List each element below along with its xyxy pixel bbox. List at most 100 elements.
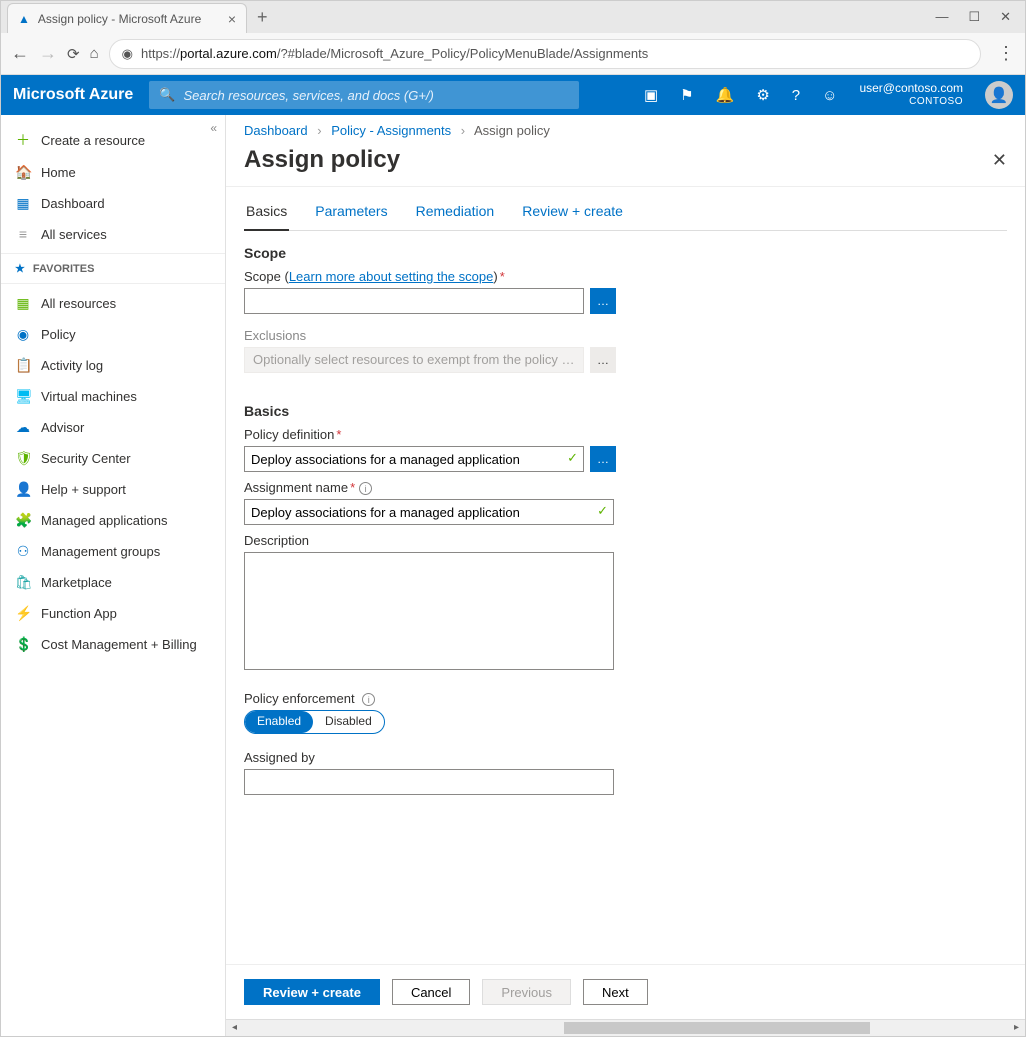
notifications-icon[interactable]: 🔔 [716,86,735,104]
scope-label: Scope (Learn more about setting the scop… [244,269,1007,284]
nav-back-icon[interactable]: ← [11,43,29,64]
policy-definition-label: Policy definition* [244,427,1007,442]
toggle-disabled[interactable]: Disabled [313,711,384,733]
sidebar-home[interactable]: 🏠Home [1,157,225,188]
next-button[interactable]: Next [583,979,648,1005]
reload-icon[interactable]: ⟳ [67,45,80,63]
scope-section-title: Scope [244,245,1007,261]
search-icon: 🔍 [159,87,175,103]
minimize-icon[interactable]: ― [935,9,948,25]
sidebar-security-center[interactable]: 🛡Security Center [1,443,225,474]
policy-definition-picker-button[interactable]: … [590,446,616,472]
scroll-track[interactable] [243,1020,1008,1036]
review-create-button[interactable]: Review + create [244,979,380,1005]
description-label: Description [244,533,1007,548]
close-window-icon[interactable]: ✕ [1000,9,1011,25]
favorites-header: ★FAVORITES [1,253,225,284]
close-blade-icon[interactable]: ✕ [992,150,1007,171]
sidebar-item-label: Policy [41,327,76,342]
browser-home-icon[interactable]: ⌂ [90,45,99,62]
sidebar-item-label: Activity log [41,358,103,373]
sidebar-virtual-machines[interactable]: 🖥Virtual machines [1,381,225,412]
scroll-left-icon[interactable]: ◂ [226,1020,243,1036]
feedback-icon[interactable]: ☺ [822,87,837,104]
browser-tab[interactable]: ▲ Assign policy - Microsoft Azure × [7,3,247,33]
sidebar-dashboard[interactable]: ▦Dashboard [1,188,225,219]
horizontal-scrollbar[interactable]: ◂ ▸ [226,1019,1025,1036]
sidebar-item-label: All services [41,227,107,242]
toggle-enabled[interactable]: Enabled [245,711,313,733]
exclusions-picker-button[interactable]: … [590,347,616,373]
browser-chrome: ▲ Assign policy - Microsoft Azure × + ― … [1,1,1025,75]
user-email: user@contoso.com [859,82,963,95]
form-tabs: Basics Parameters Remediation Review + c… [244,193,1007,231]
sidebar-create-resource[interactable]: ＋Create a resource [1,123,225,157]
main-blade: Dashboard › Policy - Assignments › Assig… [226,115,1025,1036]
sidebar-item-label: All resources [41,296,116,311]
collapse-sidebar-icon[interactable]: « [210,121,217,135]
browser-menu-icon[interactable]: ⋮ [997,43,1015,64]
window-controls: ― ☐ ✕ [935,9,1025,25]
sidebar-advisor[interactable]: ☁Advisor [1,412,225,443]
breadcrumb-policy[interactable]: Policy - Assignments [331,123,451,138]
sidebar-policy[interactable]: ◉ Policy [1,319,225,350]
site-info-icon[interactable]: ◉ [122,46,133,62]
maximize-icon[interactable]: ☐ [968,9,980,25]
global-search[interactable]: 🔍 Search resources, services, and docs (… [149,81,579,109]
sidebar-mgmt-groups[interactable]: ⚇Management groups [1,536,225,567]
sidebar-activity-log[interactable]: 📋Activity log [1,350,225,381]
sidebar-function-app[interactable]: ⚡Function App [1,598,225,629]
sidebar-managed-apps[interactable]: 🧩Managed applications [1,505,225,536]
home-icon: 🏠 [15,164,31,181]
tab-parameters[interactable]: Parameters [313,193,389,230]
scope-learn-more-link[interactable]: Learn more about setting the scope [289,269,494,284]
function-icon: ⚡ [15,605,31,622]
new-tab-button[interactable]: + [257,7,268,28]
sidebar-marketplace[interactable]: 🛍Marketplace [1,567,225,598]
sidebar-cost-mgmt[interactable]: 💲Cost Management + Billing [1,629,225,660]
settings-icon[interactable]: ⚙ [756,86,769,104]
scroll-thumb[interactable] [564,1022,870,1034]
tab-basics[interactable]: Basics [244,193,289,231]
sidebar-item-label: Create a resource [41,133,145,148]
assignment-name-input[interactable] [244,499,614,525]
scope-input[interactable] [244,288,584,314]
scope-picker-button[interactable]: … [590,288,616,314]
policy-definition-input[interactable] [244,446,584,472]
tab-review[interactable]: Review + create [520,193,625,230]
info-icon[interactable]: i [362,693,375,706]
nav-forward-icon[interactable]: → [39,43,57,64]
list-icon: ≡ [15,226,31,242]
description-textarea[interactable] [244,552,614,670]
policy-icon: ◉ [15,326,31,343]
sidebar-all-services[interactable]: ≡ All services [1,219,225,249]
tab-remediation[interactable]: Remediation [414,193,497,230]
sidebar-all-resources[interactable]: ▦All resources [1,288,225,319]
sidebar-item-label: Marketplace [41,575,112,590]
star-icon: ★ [15,262,25,275]
mgmt-groups-icon: ⚇ [15,543,31,560]
sidebar-item-label: Managed applications [41,513,167,528]
scroll-right-icon[interactable]: ▸ [1008,1020,1025,1036]
help-icon[interactable]: ? [792,87,800,104]
tab-close-icon[interactable]: × [228,11,236,27]
user-account[interactable]: user@contoso.com CONTOSO [859,82,963,108]
assigned-by-input[interactable] [244,769,614,795]
address-bar[interactable]: ◉ https://portal.azure.com/?#blade/Micro… [109,39,981,69]
cloud-shell-icon[interactable]: ▣ [644,86,658,104]
cancel-button[interactable]: Cancel [392,979,470,1005]
breadcrumb-current: Assign policy [474,123,550,138]
directory-filter-icon[interactable]: ⚑ [680,86,693,104]
breadcrumb-dashboard[interactable]: Dashboard [244,123,308,138]
avatar-icon[interactable]: 👤 [985,81,1013,109]
info-icon[interactable]: i [359,482,372,495]
sidebar-item-label: Advisor [41,420,84,435]
support-icon: 👤 [15,481,31,498]
sidebar-item-label: Security Center [41,451,131,466]
sidebar-help-support[interactable]: 👤Help + support [1,474,225,505]
exclusions-label: Exclusions [244,328,1007,343]
azure-logo[interactable]: Microsoft Azure [13,86,133,104]
enforcement-toggle[interactable]: Enabled Disabled [244,710,385,734]
breadcrumb: Dashboard › Policy - Assignments › Assig… [226,115,1025,142]
sidebar: « ＋Create a resource 🏠Home ▦Dashboard ≡ A… [1,115,226,1036]
